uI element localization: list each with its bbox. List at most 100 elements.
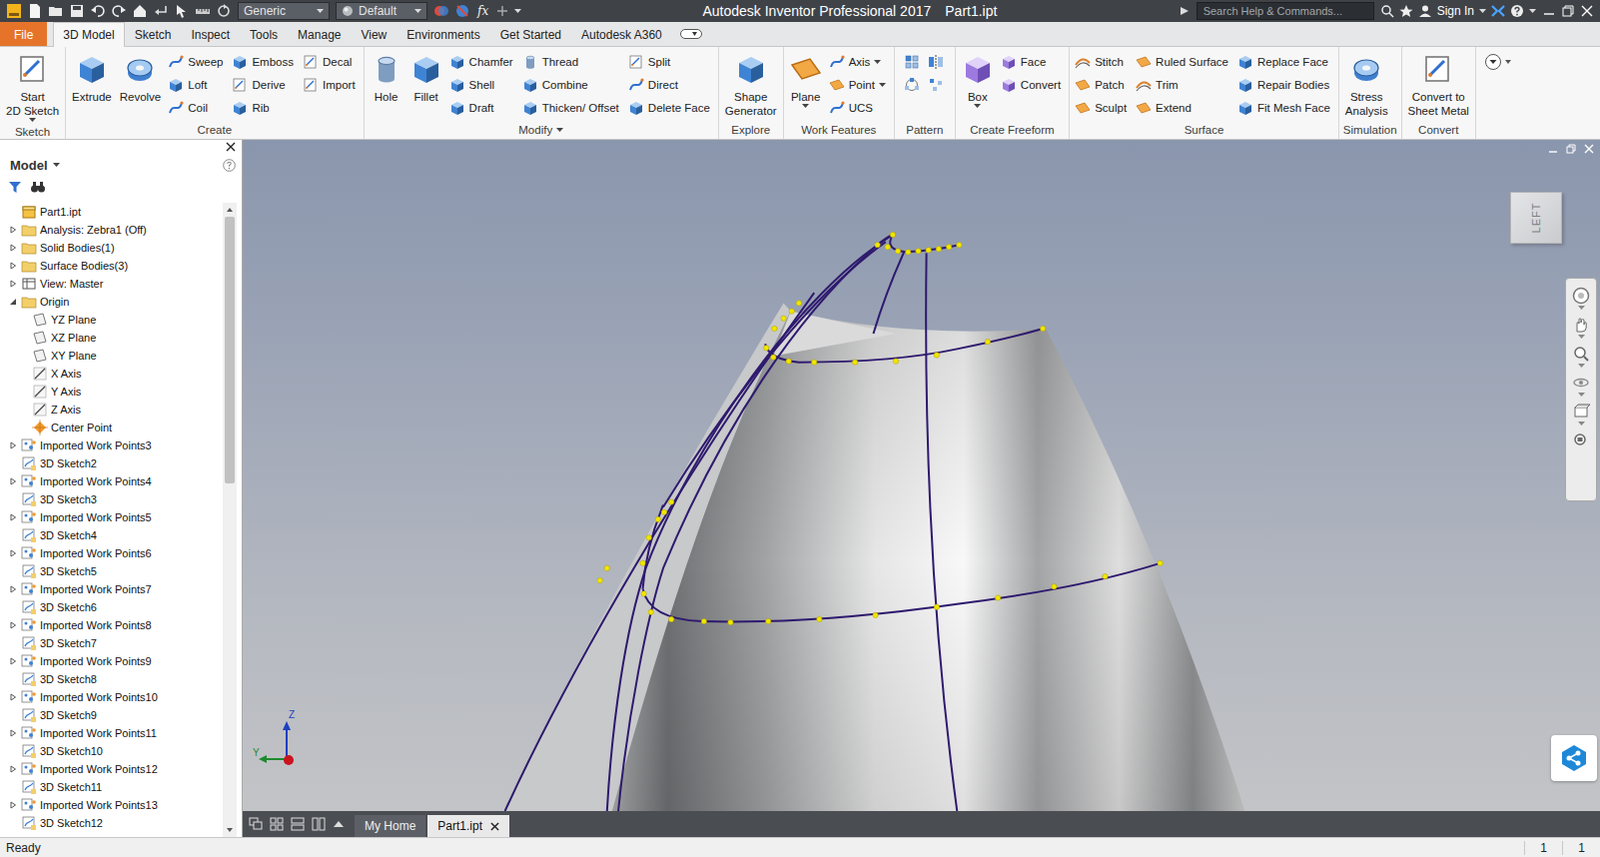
ribbon-small-button[interactable]: UCS xyxy=(828,95,889,119)
tree-item[interactable]: YZ Plane xyxy=(0,310,223,329)
autodesk-exchange-icon[interactable] xyxy=(1491,3,1506,18)
tree-item[interactable]: 3D Sketch4 xyxy=(0,526,223,545)
graphics-viewport[interactable]: LEFTZY xyxy=(242,139,1600,811)
restore-icon[interactable] xyxy=(1561,3,1576,18)
ribbon-small-button[interactable]: Emboss xyxy=(231,49,297,73)
ribbon-small-button[interactable]: Rib xyxy=(231,95,297,119)
ribbon-small-button[interactable]: Thicken/ Offset xyxy=(522,95,623,119)
ribbon-tab[interactable]: Tools xyxy=(239,21,288,46)
expand-arrow-icon[interactable] xyxy=(8,243,17,252)
ribbon-small-button[interactable]: Combine xyxy=(522,72,623,96)
ribbon-small-button[interactable]: Split xyxy=(628,49,714,73)
ribbon-small-button[interactable]: Thread xyxy=(522,49,623,73)
open-documents-icon[interactable] xyxy=(332,817,345,830)
help-icon[interactable] xyxy=(1510,3,1525,18)
expand-arrow-icon[interactable] xyxy=(8,621,17,630)
filter-icon[interactable] xyxy=(7,179,22,194)
search-arrow-icon[interactable] xyxy=(1178,4,1191,17)
tree-item[interactable]: XY Plane xyxy=(0,346,223,365)
browser-scrollbar[interactable] xyxy=(222,202,237,837)
tree-item[interactable]: Imported Work Points4 xyxy=(0,472,223,491)
view-face-icon[interactable] xyxy=(1572,402,1591,421)
tree-item[interactable]: 3D Sketch5 xyxy=(0,562,223,581)
tree-item[interactable]: Z Axis xyxy=(0,400,223,419)
ribbon-large-button[interactable]: Convert toSheet Metal xyxy=(1405,49,1473,118)
expand-arrow-icon[interactable] xyxy=(8,765,17,774)
tree-item[interactable]: 3D Sketch10 xyxy=(0,742,223,761)
tree-item[interactable]: 3D Sketch6 xyxy=(0,598,223,617)
tree-item[interactable]: Center Point xyxy=(0,418,223,437)
tree-item[interactable]: 3D Sketch2 xyxy=(0,454,223,473)
ribbon-tab[interactable]: Sketch xyxy=(124,21,182,46)
ribbon-large-button[interactable]: ShapeGenerator xyxy=(722,49,781,118)
scroll-thumb[interactable] xyxy=(224,216,235,484)
favorites-icon[interactable] xyxy=(1399,3,1414,18)
undo-icon[interactable] xyxy=(89,2,106,19)
minimize-icon[interactable] xyxy=(1542,3,1557,18)
pan-icon[interactable] xyxy=(1572,315,1591,334)
search-icon[interactable] xyxy=(1380,3,1395,18)
expand-arrow-icon[interactable] xyxy=(8,477,17,486)
tree-item[interactable]: Part1.ipt xyxy=(0,202,223,221)
scroll-up-icon[interactable] xyxy=(225,205,234,214)
ribbon-small-button[interactable]: Loft xyxy=(167,72,226,96)
material-select[interactable]: Default xyxy=(335,1,428,20)
ribbon-small-button[interactable]: Repair Bodies xyxy=(1237,72,1334,96)
browser-help-icon[interactable] xyxy=(222,158,236,172)
ribbon-small-button[interactable]: Replace Face xyxy=(1237,49,1334,73)
tree-item[interactable]: Y Axis xyxy=(0,382,223,401)
ribbon-large-button[interactable]: Start2D Sketch xyxy=(2,49,62,122)
ribbon-tab[interactable]: 3D Model xyxy=(52,21,124,47)
ribbon-small-button[interactable]: Shell xyxy=(449,72,517,96)
browser-title[interactable]: Model xyxy=(9,157,48,173)
ribbon-small-button[interactable]: Patch xyxy=(1074,72,1130,96)
tree-item[interactable]: Solid Bodies(1) xyxy=(0,238,223,257)
ribbon-small-button[interactable]: Import xyxy=(302,72,359,96)
expand-arrow-icon[interactable] xyxy=(8,225,17,234)
ribbon-options-icon[interactable] xyxy=(1484,52,1515,71)
tree-item[interactable]: Imported Work Points6 xyxy=(0,544,223,563)
ribbon-large-button[interactable]: Extrude xyxy=(68,49,115,104)
collapse-arrow-icon[interactable] xyxy=(8,297,17,306)
tree-item[interactable]: 3D Sketch3 xyxy=(0,490,223,509)
tree-item[interactable]: 3D Sketch9 xyxy=(0,706,223,725)
model-surface-drawing[interactable] xyxy=(242,139,1600,811)
expand-arrow-icon[interactable] xyxy=(8,549,17,558)
expand-arrow-icon[interactable] xyxy=(8,261,17,270)
open-folder-icon[interactable] xyxy=(47,2,64,19)
viewport-minimize-icon[interactable] xyxy=(1548,143,1559,154)
home-icon[interactable] xyxy=(131,2,148,19)
ribbon-small-button[interactable]: Sculpt xyxy=(1074,95,1130,119)
tree-item[interactable]: Analysis: Zebra1 (Off) xyxy=(0,220,223,239)
ribbon-small-button[interactable]: Draft xyxy=(449,95,517,119)
ribbon-small-button[interactable]: Chamfer xyxy=(449,49,517,73)
circular-pattern-icon[interactable] xyxy=(903,76,920,93)
ribbon-large-button[interactable]: Box xyxy=(958,49,997,108)
expand-arrow-icon[interactable] xyxy=(8,513,17,522)
ribbon-small-button[interactable]: Coil xyxy=(167,95,226,119)
ribbon-large-button[interactable]: Hole xyxy=(367,49,406,104)
viewport-close-icon[interactable] xyxy=(1584,143,1595,154)
zoom-icon[interactable] xyxy=(1572,344,1591,363)
ribbon-small-button[interactable]: Stitch xyxy=(1074,49,1130,73)
select-icon[interactable] xyxy=(173,2,190,19)
share-button[interactable] xyxy=(1551,735,1598,782)
update-icon[interactable] xyxy=(215,2,232,19)
expand-arrow-icon[interactable] xyxy=(8,441,17,450)
expand-arrow-icon[interactable] xyxy=(8,657,17,666)
sign-in-button[interactable]: Sign In xyxy=(1437,3,1475,18)
tree-item[interactable]: Imported Work Points3 xyxy=(0,436,223,455)
parameters-button[interactable]: fx xyxy=(475,3,491,18)
tree-item[interactable]: Imported Work Points11 xyxy=(0,724,223,743)
tree-item[interactable]: Imported Work Points10 xyxy=(0,688,223,707)
viewport-restore-icon[interactable] xyxy=(1566,143,1577,154)
rectangular-pattern-icon[interactable] xyxy=(903,53,920,70)
ribbon-large-button[interactable]: Fillet xyxy=(407,49,446,104)
ribbon-small-button[interactable]: Face xyxy=(1000,49,1064,73)
panel-title[interactable]: Modify xyxy=(364,119,719,139)
ribbon-tab[interactable]: View xyxy=(350,21,397,46)
tree-item[interactable]: 3D Sketch7 xyxy=(0,634,223,653)
tree-item[interactable]: Imported Work Points8 xyxy=(0,616,223,635)
close-icon[interactable] xyxy=(1580,3,1595,18)
ribbon-small-button[interactable]: Direct xyxy=(628,72,714,96)
